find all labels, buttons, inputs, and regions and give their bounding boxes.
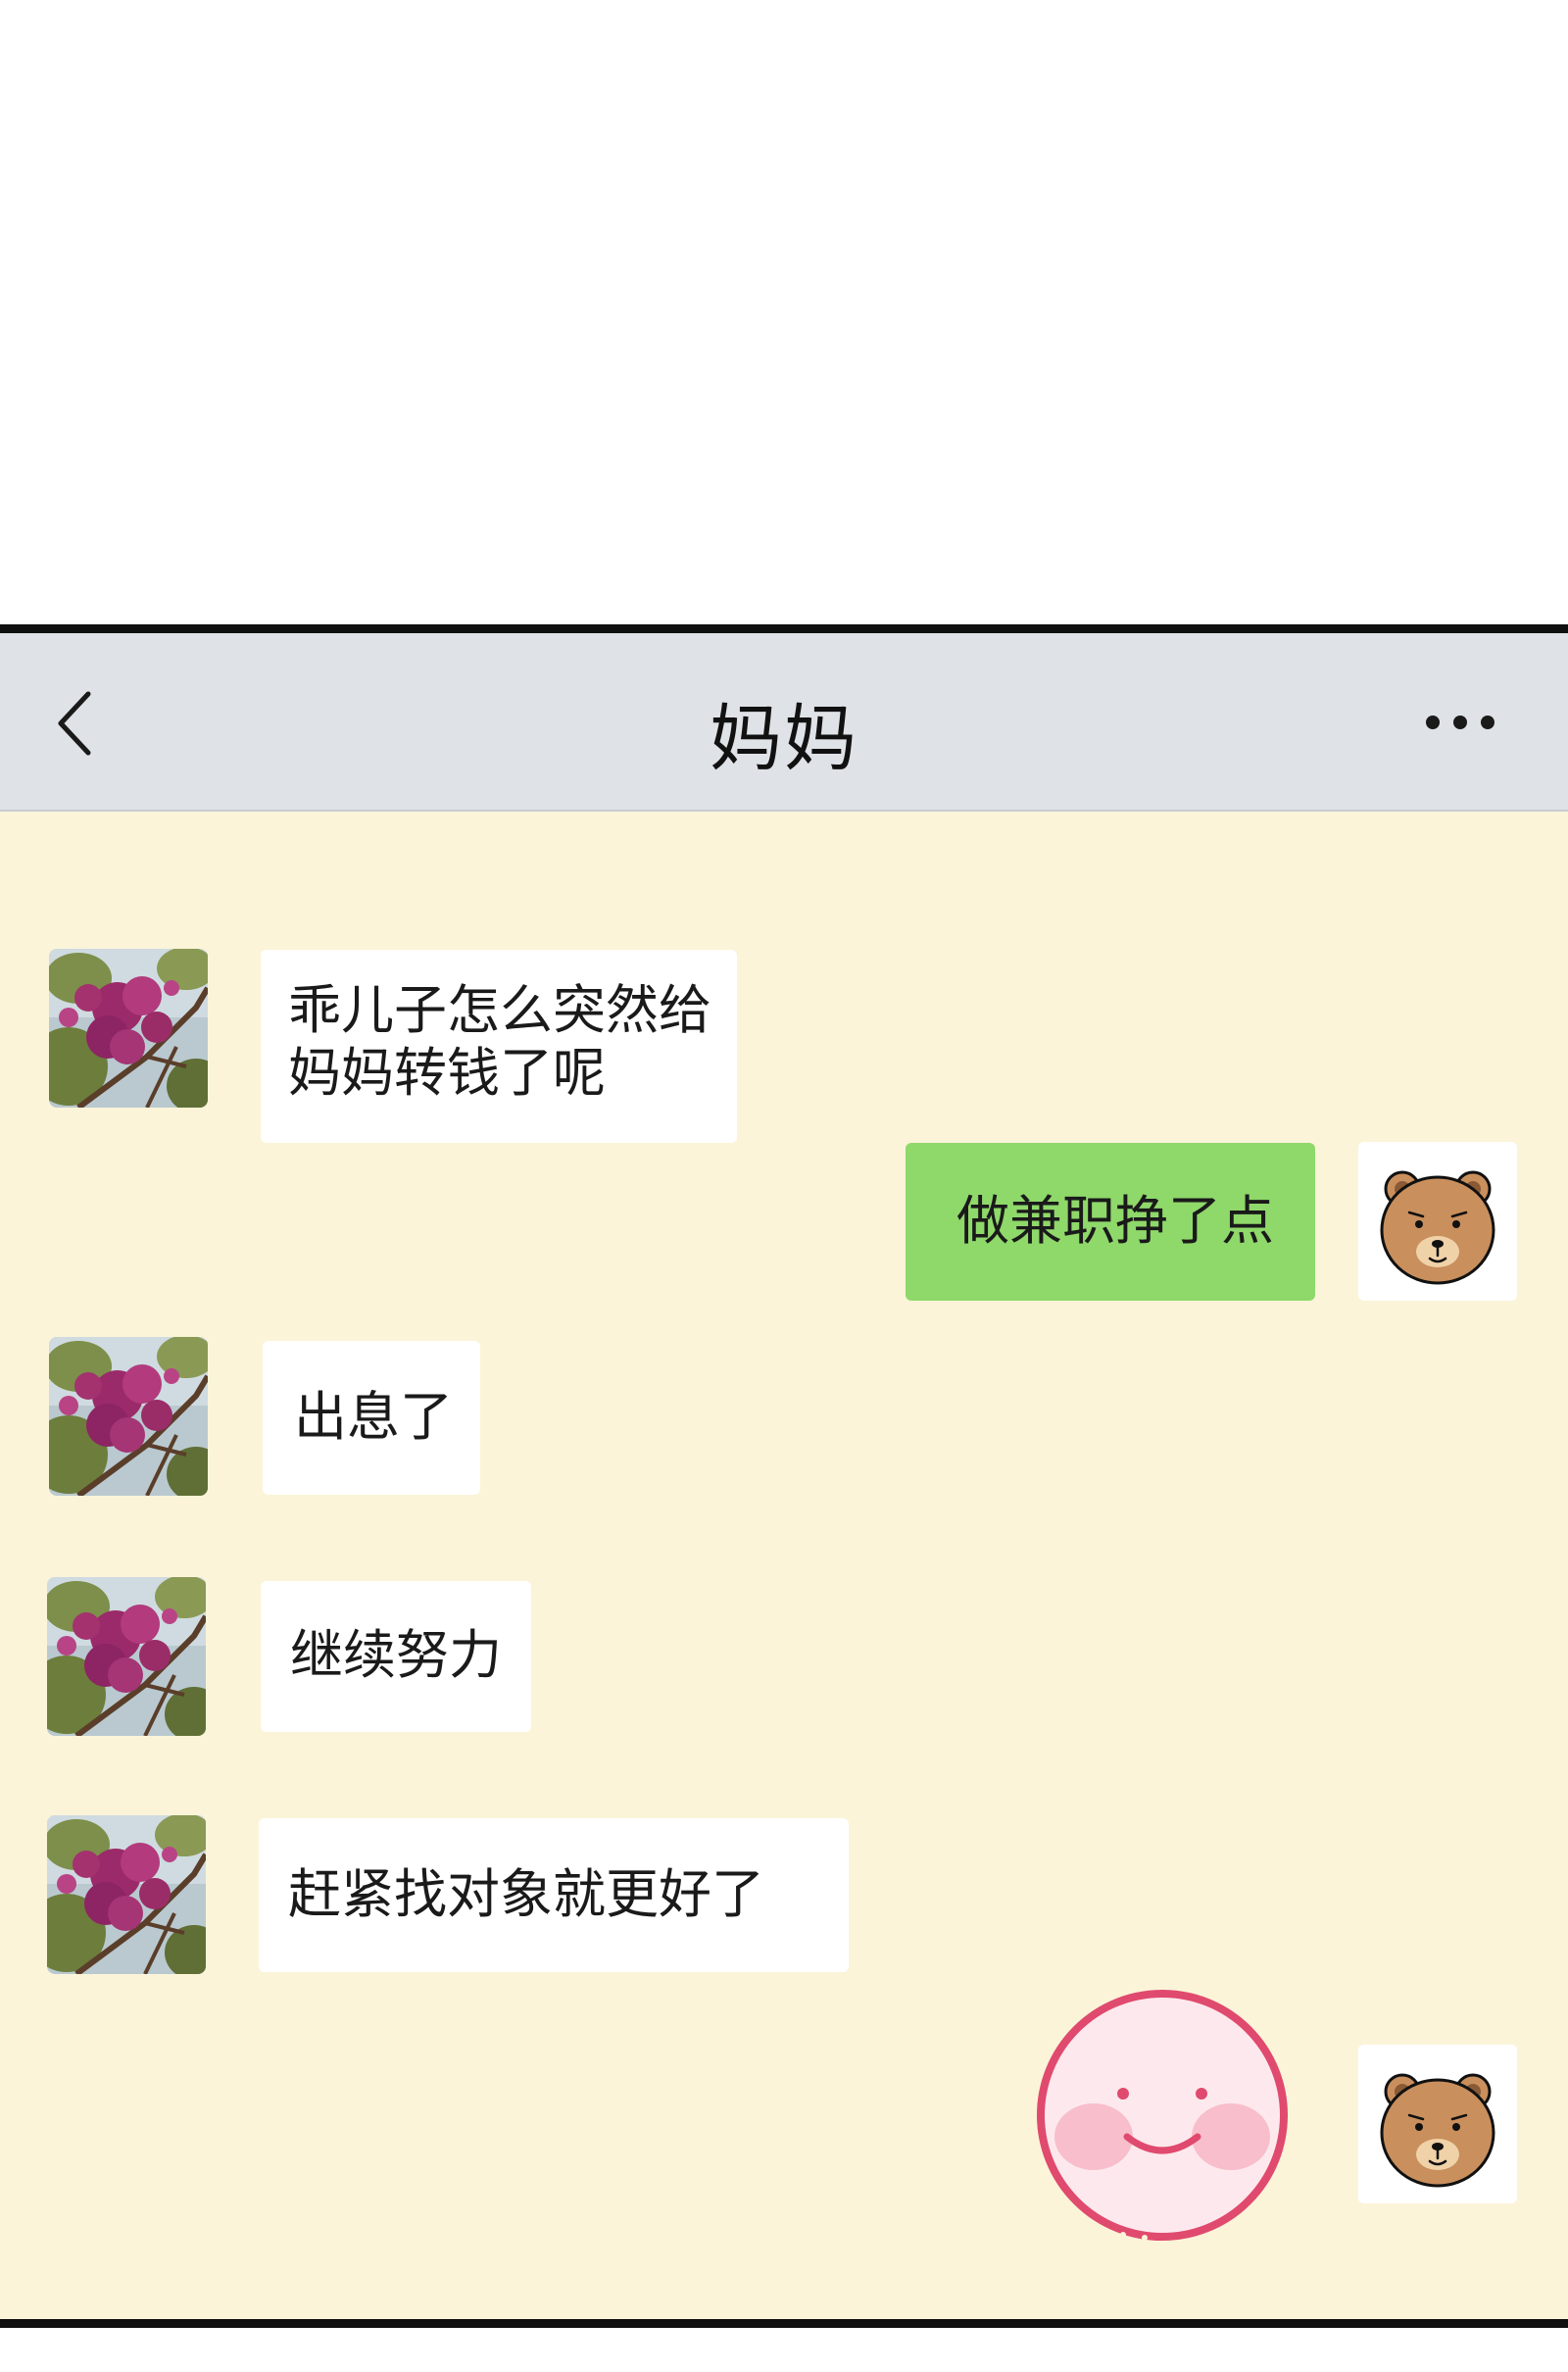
message-text-line: 乖儿子怎么突然给 xyxy=(288,979,711,1041)
flower-photo-avatar xyxy=(49,1337,208,1496)
more-button[interactable] xyxy=(1421,708,1499,737)
message-list xyxy=(0,812,1568,2319)
message-bubble[interactable]: 继续努力 xyxy=(261,1581,531,1732)
self-avatar[interactable] xyxy=(1358,1142,1517,1301)
contact-avatar[interactable] xyxy=(47,1577,206,1736)
more-dots-icon xyxy=(1426,716,1494,729)
smiley-face-sticker[interactable] xyxy=(1029,1988,1294,2243)
message-text-line: 做兼职挣了点 xyxy=(956,1190,1274,1252)
bottom-blank-space xyxy=(0,2328,1568,2372)
message-text-line: 赶紧找对象就更好了 xyxy=(288,1863,764,1925)
message-bubble-sent[interactable]: 做兼职挣了点 xyxy=(906,1143,1315,1301)
flower-photo-avatar xyxy=(49,949,208,1108)
contact-avatar[interactable] xyxy=(49,1337,208,1496)
bear-avatar xyxy=(1358,1142,1517,1301)
message-text-line: 继续努力 xyxy=(290,1624,502,1686)
contact-avatar[interactable] xyxy=(49,949,208,1108)
self-avatar[interactable] xyxy=(1358,2045,1517,2203)
frame-border-bottom xyxy=(0,2319,1568,2328)
top-blank-space xyxy=(0,0,1568,624)
flower-photo-avatar xyxy=(47,1815,206,1974)
message-text-line: 出息了 xyxy=(294,1386,453,1448)
message-bubble[interactable]: 出息了 xyxy=(263,1341,480,1495)
chat-header: 妈妈 xyxy=(0,633,1568,812)
flower-photo-avatar xyxy=(47,1577,206,1736)
message-bubble[interactable]: 乖儿子怎么突然给 妈妈转钱了呢 xyxy=(261,950,737,1143)
chat-title: 妈妈 xyxy=(710,697,858,781)
message-bubble[interactable]: 赶紧找对象就更好了 xyxy=(259,1818,849,1972)
bear-avatar xyxy=(1358,2045,1517,2203)
smiley-face-icon xyxy=(1037,1990,1288,2241)
contact-avatar[interactable] xyxy=(47,1815,206,1974)
message-text-line: 妈妈转钱了呢 xyxy=(288,1042,606,1104)
frame-border-top xyxy=(0,624,1568,633)
